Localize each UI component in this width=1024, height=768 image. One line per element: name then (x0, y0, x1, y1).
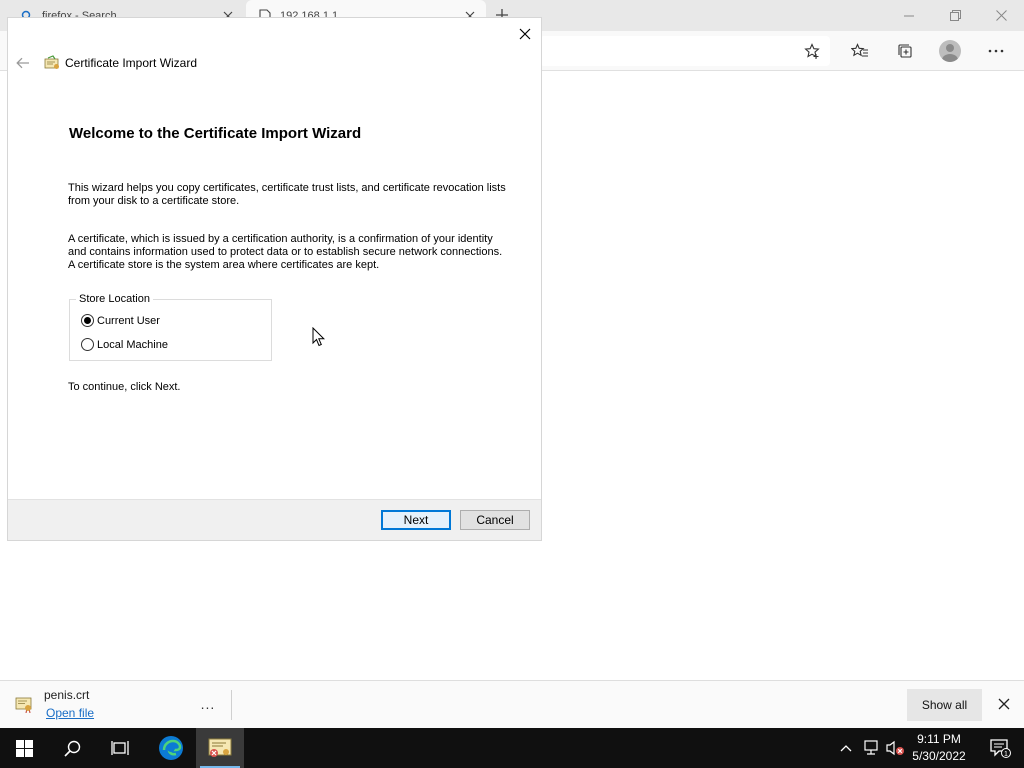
system-clock[interactable]: 9:11 PM 5/30/2022 (906, 731, 972, 765)
download-bar: penis.crt Open file ... Show all (0, 680, 1024, 728)
store-location-group: Store Location Current User Local Machin… (69, 293, 272, 361)
certificate-icon (44, 55, 61, 71)
network-icon[interactable] (860, 728, 882, 768)
next-button[interactable]: Next (381, 510, 451, 530)
current-user-label: Current User (97, 314, 160, 327)
avatar (939, 40, 961, 62)
store-location-legend: Store Location (76, 293, 153, 306)
taskbar: 9:11 PM 5/30/2022 1 (0, 728, 1024, 768)
action-center-icon[interactable]: 1 (980, 728, 1020, 768)
start-button[interactable] (0, 728, 48, 768)
certificate-wizard-taskbar-icon[interactable] (196, 728, 244, 768)
wizard-heading: Welcome to the Certificate Import Wizard (69, 125, 362, 142)
show-all-button[interactable]: Show all (907, 689, 982, 721)
minimize-icon[interactable] (886, 0, 932, 31)
favorite-star-icon[interactable] (798, 37, 826, 65)
mouse-cursor-icon (312, 326, 326, 347)
address-bar[interactable] (540, 36, 830, 66)
certificate-explanation: A certificate, which is issued by a cert… (68, 233, 503, 271)
dialog-footer: Next Cancel (8, 499, 541, 540)
favorites-icon[interactable] (846, 37, 874, 65)
certificate-file-icon[interactable] (15, 696, 33, 714)
back-arrow-icon[interactable] (14, 54, 32, 72)
show-hidden-icons-icon[interactable] (836, 728, 856, 768)
close-download-bar-icon[interactable] (994, 694, 1014, 714)
cancel-button[interactable]: Cancel (460, 510, 530, 530)
wizard-description: This wizard helps you copy certificates,… (68, 182, 506, 207)
local-machine-label: Local Machine (97, 338, 168, 351)
more-icon[interactable] (982, 37, 1010, 65)
close-icon[interactable] (978, 0, 1024, 31)
clock-date: 5/30/2022 (912, 749, 966, 763)
clock-time: 9:11 PM (917, 732, 961, 746)
certificate-import-wizard-dialog: Certificate Import Wizard Welcome to the… (8, 18, 541, 540)
current-user-radio[interactable] (81, 314, 94, 327)
task-view-icon[interactable] (96, 728, 144, 768)
local-machine-radio[interactable] (81, 338, 94, 351)
continue-instruction: To continue, click Next. (68, 381, 181, 393)
collections-icon[interactable] (891, 37, 919, 65)
edge-browser-icon[interactable] (148, 728, 194, 768)
windows-logo-icon (15, 739, 33, 757)
open-file-link[interactable]: Open file (46, 706, 94, 720)
download-file-name[interactable]: penis.crt (44, 688, 89, 702)
dialog-title: Certificate Import Wizard (65, 56, 198, 70)
restore-icon[interactable] (932, 0, 978, 31)
current-user-option[interactable]: Current User (81, 314, 160, 327)
divider (231, 690, 232, 720)
dialog-close-icon[interactable] (515, 24, 535, 44)
profile-icon[interactable] (936, 37, 964, 65)
volume-muted-icon[interactable] (884, 728, 906, 768)
notification-count: 1 (1004, 751, 1008, 758)
local-machine-option[interactable]: Local Machine (81, 338, 168, 351)
download-more-icon[interactable]: ... (196, 693, 220, 715)
taskbar-search-icon[interactable] (48, 728, 96, 768)
